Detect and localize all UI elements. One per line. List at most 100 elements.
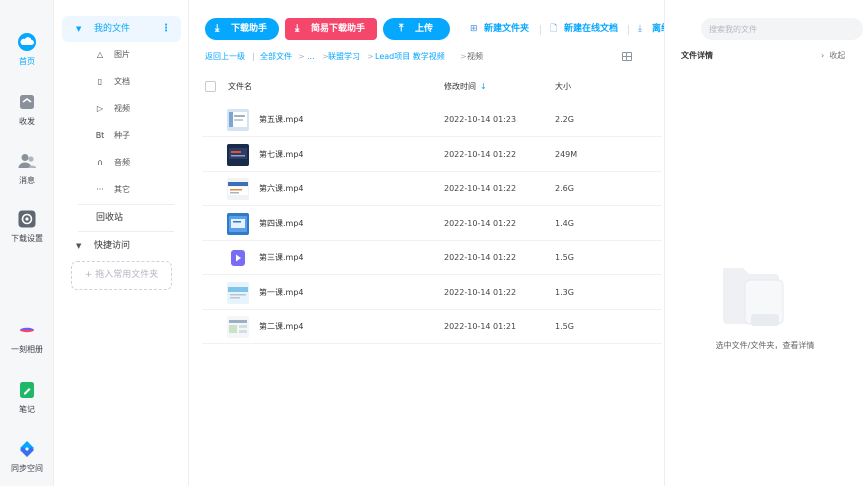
upload-label: 上传	[415, 24, 434, 34]
rail-download-settings[interactable]: 下载设置	[0, 209, 54, 244]
rail-transfer-label: 收发	[19, 117, 35, 126]
file-row[interactable]: 第七课.mp4 2022-10-14 01:22 249M	[202, 138, 662, 172]
easy-download-label: 简易下载助手	[311, 24, 366, 34]
detail-title: 文件详情	[681, 51, 713, 60]
sort-down-icon[interactable]: ↓	[480, 82, 487, 91]
file-name[interactable]: 第六课.mp4	[259, 172, 304, 206]
column-header-name[interactable]: 文件名	[228, 76, 252, 98]
video-thumbnail-icon	[227, 143, 249, 166]
collapse-label: 收起	[829, 51, 846, 60]
file-nav: ▼ 我的文件 ⋮ △ 图片 ▯ 文档 ▷ 视频 Bt 种子 ∩ 音频 ··· 其…	[54, 0, 189, 486]
file-modified: 2022-10-14 01:22	[444, 287, 517, 297]
rail-home[interactable]: 首页	[0, 32, 54, 67]
play-icon: ▷	[96, 104, 104, 113]
empty-hint: 选中文件/文件夹，查看详情	[715, 341, 815, 350]
file-modified: 2022-10-14 01:22	[444, 149, 517, 159]
rail-sync-space[interactable]: 同步空间	[0, 439, 54, 474]
nav-images-label: 图片	[114, 50, 130, 59]
caret-down-icon[interactable]: ▼	[76, 16, 81, 42]
new-online-doc-button[interactable]: 🗋 新建在线文档	[550, 18, 622, 40]
video-thumbnail-icon	[227, 212, 249, 235]
file-modified: 2022-10-14 01:22	[444, 218, 517, 228]
caret-down-icon[interactable]: ▼	[76, 233, 81, 259]
video-thumbnail-icon	[227, 281, 249, 304]
file-row[interactable]: 第五课.mp4 2022-10-14 01:23 2.2G	[202, 103, 662, 137]
collapse-button[interactable]: › 收起	[821, 50, 845, 61]
file-modified: 2022-10-14 01:23	[444, 115, 517, 124]
download-helper-button[interactable]: ⤓ 下载助手	[205, 18, 279, 40]
file-name[interactable]: 第七课.mp4	[259, 138, 304, 172]
image-icon: △	[96, 50, 104, 59]
rail-messages-label: 消息	[19, 176, 35, 185]
rail-notes[interactable]: 笔记	[0, 380, 54, 415]
nav-quick-access[interactable]: ▼ 快捷访问	[62, 233, 181, 259]
column-header-size[interactable]: 大小	[555, 76, 571, 98]
toolbar-divider	[628, 25, 629, 35]
breadcrumb-level-2[interactable]: Lead项目 教学视频	[375, 50, 445, 64]
sync-icon	[20, 441, 34, 457]
breadcrumb-back[interactable]: 返回上一级	[205, 50, 245, 64]
rail-album[interactable]: 一刻相册	[0, 320, 54, 355]
breadcrumb-ellipsis[interactable]: ...	[307, 50, 315, 64]
video-thumbnail-icon	[227, 247, 249, 269]
contacts-icon	[18, 154, 36, 168]
more-vertical-icon[interactable]: ⋮	[161, 16, 171, 42]
column-header-modified[interactable]: 修改时间 ↓	[444, 76, 487, 98]
video-thumbnail-icon	[227, 109, 249, 131]
file-row[interactable]: 第二课.mp4 2022-10-14 01:21 1.5G	[202, 310, 662, 344]
rail-home-label: 首页	[19, 57, 35, 66]
nav-divider	[78, 231, 174, 232]
inbox-icon	[20, 95, 34, 109]
rail-transfer[interactable]: 收发	[0, 92, 54, 127]
search-box[interactable]	[701, 18, 863, 40]
nav-audio-label: 音频	[114, 158, 130, 167]
nav-recycle-bin[interactable]: 回收站	[96, 208, 123, 228]
grid-view-icon[interactable]	[622, 52, 632, 61]
file-size: 249M	[555, 149, 578, 159]
quick-access-drop-zone[interactable]: + 拖入常用文件夹	[71, 261, 172, 290]
download-helper-label: 下载助手	[231, 24, 268, 34]
rail-messages[interactable]: 消息	[0, 151, 54, 186]
search-input[interactable]	[709, 22, 849, 36]
upload-icon: ⤒	[399, 23, 404, 34]
file-name[interactable]: 第一课.mp4	[259, 276, 304, 310]
upload-button[interactable]: ⤒ 上传	[383, 18, 450, 40]
select-all-checkbox[interactable]	[205, 81, 216, 92]
add-folder-icon: ⊞	[470, 24, 478, 34]
new-folder-label: 新建文件夹	[484, 24, 530, 34]
file-size: 2.2G	[555, 115, 574, 124]
nav-divider	[78, 204, 174, 205]
detail-pane: 文件详情 › 收起 选中文件/文件夹，查看详情	[664, 0, 864, 486]
new-folder-button[interactable]: ⊞ 新建文件夹	[470, 18, 534, 40]
breadcrumb-separator: >	[460, 52, 467, 61]
video-thumbnail-icon	[227, 178, 249, 200]
file-name[interactable]: 第二课.mp4	[259, 310, 304, 344]
nav-my-files-label: 我的文件	[94, 24, 131, 34]
video-thumbnail-icon	[227, 316, 249, 338]
download-icon: ⤓	[295, 23, 300, 34]
nav-documents-label: 文档	[114, 77, 130, 86]
file-modified: 2022-10-14 01:21	[444, 322, 517, 331]
breadcrumb-all-files[interactable]: 全部文件	[260, 50, 292, 64]
table-header: 文件名 修改时间 ↓ 大小	[202, 76, 662, 98]
file-row[interactable]: 第六课.mp4 2022-10-14 01:22 2.6G	[202, 172, 662, 206]
easy-download-helper-button[interactable]: ⤓ 简易下载助手	[285, 18, 377, 40]
nav-quick-access-label: 快捷访问	[94, 241, 131, 251]
nav-other-label: 其它	[114, 185, 130, 194]
file-row[interactable]: 第一课.mp4 2022-10-14 01:22 1.3G	[202, 276, 662, 310]
file-row[interactable]: 第四课.mp4 2022-10-14 01:22 1.4G	[202, 207, 662, 241]
nav-my-files[interactable]: ▼ 我的文件 ⋮	[62, 16, 181, 42]
breadcrumb-level-1[interactable]: 联盟学习	[328, 50, 360, 64]
file-name[interactable]: 第五课.mp4	[259, 103, 304, 137]
file-name[interactable]: 第四课.mp4	[259, 207, 304, 241]
file-row[interactable]: 第三课.mp4 2022-10-14 01:22 1.5G	[202, 241, 662, 275]
rail-sync-space-label: 同步空间	[11, 464, 43, 473]
document-icon: ▯	[97, 77, 103, 86]
rail-album-label: 一刻相册	[11, 345, 43, 354]
ellipsis-icon: ···	[96, 185, 104, 194]
cloud-icon	[18, 33, 36, 51]
chevron-right-icon: ›	[821, 51, 825, 60]
new-online-doc-label: 新建在线文档	[564, 24, 619, 34]
file-name[interactable]: 第三课.mp4	[259, 241, 304, 275]
breadcrumb-separator: >	[298, 52, 305, 61]
